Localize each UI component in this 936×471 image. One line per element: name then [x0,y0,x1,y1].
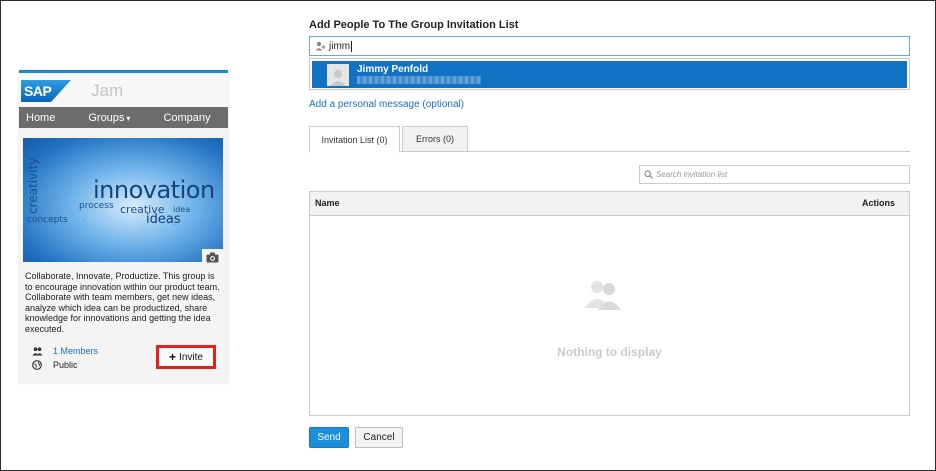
brand-bar: SAP Jam [19,73,228,107]
nav-groups[interactable]: Groups ▾ [81,112,130,124]
invite-button[interactable]: + Invite [156,345,216,369]
invitation-heading: Add People To The Group Invitation List [309,19,519,31]
caret-down-icon: ▾ [126,113,131,123]
suggestion-email-redacted [357,76,481,84]
invitation-tabs: Invitation List (0) Errors (0) [309,126,910,153]
banner-word-innovation: innovation [93,176,215,204]
banner-word: · [173,168,175,175]
globe-icon [32,360,43,370]
invite-label: Invite [179,351,203,363]
visibility-label: Public [53,360,78,370]
banner-word: · [63,174,65,181]
visibility-info: Public [32,360,78,370]
banner-word-ideas: ideas [146,212,181,227]
banner-word-process: process [79,201,114,211]
search-invitation-input[interactable]: Search invitation list [639,165,910,184]
banner-word-creativity: creativity [26,157,40,214]
members-link[interactable]: 1 Members [32,346,98,356]
nav-home[interactable]: Home [19,112,55,124]
app-name: Jam [91,81,124,100]
text-cursor [351,40,353,52]
column-header-actions: Actions [861,198,895,208]
banner-word-idea: idea [173,205,191,214]
nav-company[interactable]: Company [156,112,210,124]
add-people-input[interactable]: jimm [309,36,910,56]
autocomplete-dropdown: Jimmy Penfold [309,58,910,90]
banner-word: · [143,228,145,235]
banner-word: · [83,218,85,225]
plus-icon: + [169,350,177,364]
cancel-button[interactable]: Cancel [355,427,403,448]
banner-word-concepts: concepts [27,215,68,225]
sap-logo[interactable]: SAP [21,80,71,102]
personal-message-link[interactable]: Add a personal message (optional) [309,99,464,110]
tab-errors[interactable]: Errors (0) [402,126,468,152]
suggestion-name: Jimmy Penfold [357,64,429,75]
nav-groups-label: Groups [88,111,125,124]
search-icon [644,170,653,179]
change-photo-button[interactable] [202,249,223,265]
group-description: Collaborate, Innovate, Productize. This … [25,271,220,334]
add-person-icon [315,41,326,51]
camera-icon [206,252,219,262]
send-button[interactable]: Send [309,427,349,448]
group-banner-image: · · · · · · · innovation creativity proc… [23,138,223,262]
person-avatar-icon [327,63,349,86]
empty-state-text: Nothing to display [557,345,662,359]
banner-word: · [53,196,55,203]
table-header: Name Actions [310,192,909,216]
group-card: SAP Jam Home Groups ▾ Company · · · · · ·… [19,70,228,383]
invitation-table: Name Actions Nothing to display [309,191,910,416]
column-header-name[interactable]: Name [315,198,340,208]
top-nav: Home Groups ▾ Company [19,107,228,128]
suggestion-jimmy-penfold[interactable]: Jimmy Penfold [312,61,907,88]
search-placeholder: Search invitation list [656,170,728,179]
tab-invitation-list[interactable]: Invitation List (0) [309,126,400,153]
add-people-input-value: jimm [329,40,351,52]
members-label: 1 Members [53,346,99,356]
people-icon [585,281,621,310]
members-icon [32,346,43,356]
